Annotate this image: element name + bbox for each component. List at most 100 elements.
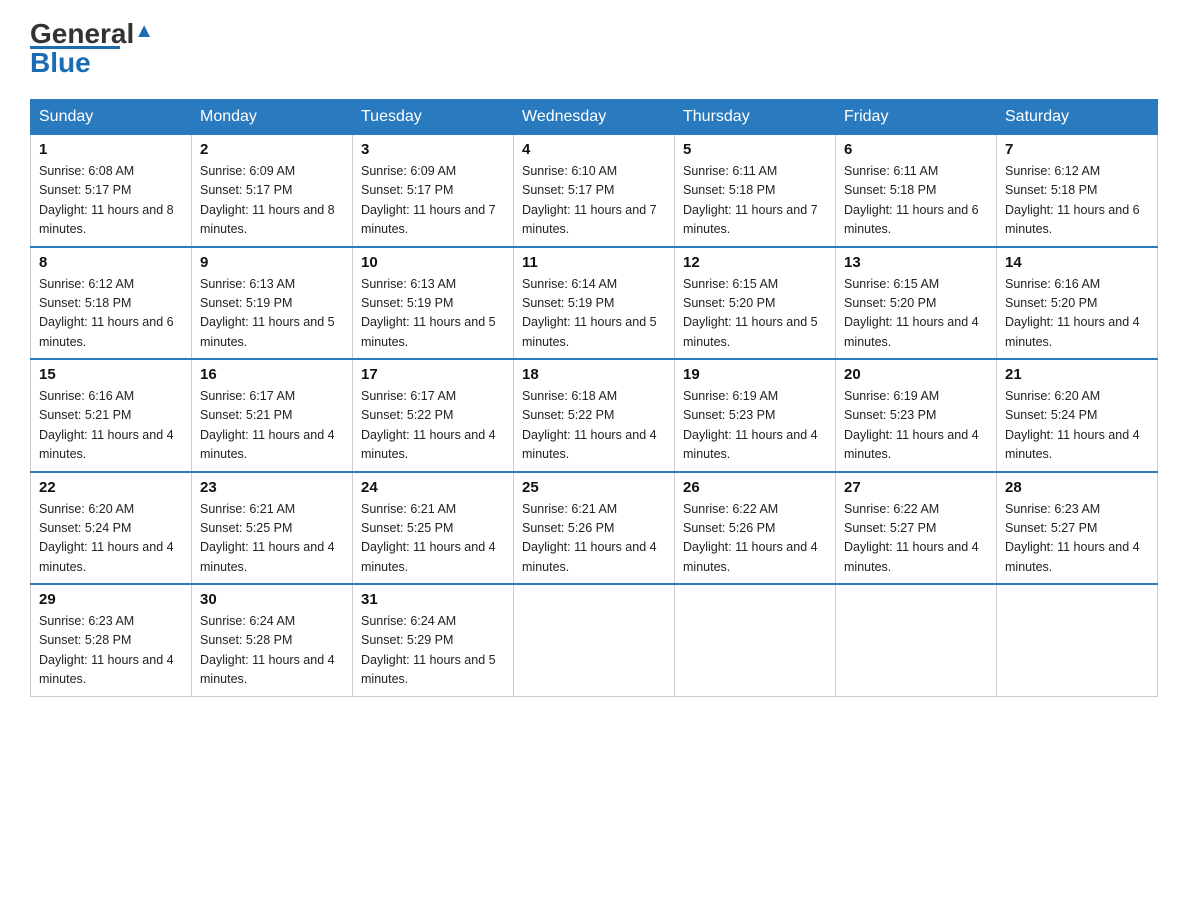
calendar-table: SundayMondayTuesdayWednesdayThursdayFrid… [30, 99, 1158, 697]
day-number: 20 [844, 366, 988, 383]
calendar-cell: 27 Sunrise: 6:22 AMSunset: 5:27 PMDaylig… [836, 472, 997, 585]
day-info: Sunrise: 6:19 AMSunset: 5:23 PMDaylight:… [844, 389, 979, 461]
calendar-cell: 16 Sunrise: 6:17 AMSunset: 5:21 PMDaylig… [192, 359, 353, 472]
logo-blue: Blue [30, 47, 91, 79]
day-info: Sunrise: 6:14 AMSunset: 5:19 PMDaylight:… [522, 277, 657, 349]
day-info: Sunrise: 6:08 AMSunset: 5:17 PMDaylight:… [39, 164, 174, 236]
calendar-week-row: 29 Sunrise: 6:23 AMSunset: 5:28 PMDaylig… [31, 584, 1158, 696]
calendar-cell [836, 584, 997, 696]
calendar-cell: 6 Sunrise: 6:11 AMSunset: 5:18 PMDayligh… [836, 135, 997, 247]
calendar-cell: 2 Sunrise: 6:09 AMSunset: 5:17 PMDayligh… [192, 135, 353, 247]
day-number: 22 [39, 479, 183, 496]
calendar-cell: 4 Sunrise: 6:10 AMSunset: 5:17 PMDayligh… [514, 135, 675, 247]
day-number: 28 [1005, 479, 1149, 496]
day-number: 3 [361, 141, 505, 158]
day-number: 26 [683, 479, 827, 496]
day-number: 13 [844, 254, 988, 271]
day-info: Sunrise: 6:20 AMSunset: 5:24 PMDaylight:… [39, 502, 174, 574]
calendar-cell [675, 584, 836, 696]
day-info: Sunrise: 6:22 AMSunset: 5:26 PMDaylight:… [683, 502, 818, 574]
day-number: 19 [683, 366, 827, 383]
weekday-header-sunday: Sunday [31, 100, 192, 135]
calendar-cell: 28 Sunrise: 6:23 AMSunset: 5:27 PMDaylig… [997, 472, 1158, 585]
calendar-cell: 18 Sunrise: 6:18 AMSunset: 5:22 PMDaylig… [514, 359, 675, 472]
weekday-header-friday: Friday [836, 100, 997, 135]
calendar-week-row: 8 Sunrise: 6:12 AMSunset: 5:18 PMDayligh… [31, 247, 1158, 360]
calendar-header-row: SundayMondayTuesdayWednesdayThursdayFrid… [31, 100, 1158, 135]
day-info: Sunrise: 6:20 AMSunset: 5:24 PMDaylight:… [1005, 389, 1140, 461]
weekday-header-saturday: Saturday [997, 100, 1158, 135]
day-number: 9 [200, 254, 344, 271]
day-number: 6 [844, 141, 988, 158]
calendar-week-row: 15 Sunrise: 6:16 AMSunset: 5:21 PMDaylig… [31, 359, 1158, 472]
calendar-cell: 10 Sunrise: 6:13 AMSunset: 5:19 PMDaylig… [353, 247, 514, 360]
day-info: Sunrise: 6:23 AMSunset: 5:28 PMDaylight:… [39, 614, 174, 686]
calendar-cell: 1 Sunrise: 6:08 AMSunset: 5:17 PMDayligh… [31, 135, 192, 247]
calendar-cell: 5 Sunrise: 6:11 AMSunset: 5:18 PMDayligh… [675, 135, 836, 247]
calendar-cell: 19 Sunrise: 6:19 AMSunset: 5:23 PMDaylig… [675, 359, 836, 472]
day-number: 1 [39, 141, 183, 158]
day-info: Sunrise: 6:23 AMSunset: 5:27 PMDaylight:… [1005, 502, 1140, 574]
calendar-cell: 29 Sunrise: 6:23 AMSunset: 5:28 PMDaylig… [31, 584, 192, 696]
day-info: Sunrise: 6:10 AMSunset: 5:17 PMDaylight:… [522, 164, 657, 236]
day-info: Sunrise: 6:17 AMSunset: 5:22 PMDaylight:… [361, 389, 496, 461]
calendar-cell: 14 Sunrise: 6:16 AMSunset: 5:20 PMDaylig… [997, 247, 1158, 360]
day-info: Sunrise: 6:12 AMSunset: 5:18 PMDaylight:… [1005, 164, 1140, 236]
day-info: Sunrise: 6:21 AMSunset: 5:26 PMDaylight:… [522, 502, 657, 574]
day-number: 30 [200, 591, 344, 608]
day-number: 15 [39, 366, 183, 383]
day-info: Sunrise: 6:19 AMSunset: 5:23 PMDaylight:… [683, 389, 818, 461]
day-info: Sunrise: 6:15 AMSunset: 5:20 PMDaylight:… [844, 277, 979, 349]
weekday-header-thursday: Thursday [675, 100, 836, 135]
calendar-cell: 7 Sunrise: 6:12 AMSunset: 5:18 PMDayligh… [997, 135, 1158, 247]
calendar-cell: 3 Sunrise: 6:09 AMSunset: 5:17 PMDayligh… [353, 135, 514, 247]
day-info: Sunrise: 6:17 AMSunset: 5:21 PMDaylight:… [200, 389, 335, 461]
day-info: Sunrise: 6:24 AMSunset: 5:28 PMDaylight:… [200, 614, 335, 686]
day-info: Sunrise: 6:16 AMSunset: 5:21 PMDaylight:… [39, 389, 174, 461]
day-info: Sunrise: 6:16 AMSunset: 5:20 PMDaylight:… [1005, 277, 1140, 349]
calendar-cell: 12 Sunrise: 6:15 AMSunset: 5:20 PMDaylig… [675, 247, 836, 360]
day-info: Sunrise: 6:13 AMSunset: 5:19 PMDaylight:… [200, 277, 335, 349]
calendar-cell: 15 Sunrise: 6:16 AMSunset: 5:21 PMDaylig… [31, 359, 192, 472]
calendar-cell: 21 Sunrise: 6:20 AMSunset: 5:24 PMDaylig… [997, 359, 1158, 472]
day-number: 16 [200, 366, 344, 383]
day-info: Sunrise: 6:12 AMSunset: 5:18 PMDaylight:… [39, 277, 174, 349]
day-number: 23 [200, 479, 344, 496]
calendar-cell: 22 Sunrise: 6:20 AMSunset: 5:24 PMDaylig… [31, 472, 192, 585]
calendar-cell: 17 Sunrise: 6:17 AMSunset: 5:22 PMDaylig… [353, 359, 514, 472]
day-number: 17 [361, 366, 505, 383]
calendar-week-row: 1 Sunrise: 6:08 AMSunset: 5:17 PMDayligh… [31, 135, 1158, 247]
day-info: Sunrise: 6:09 AMSunset: 5:17 PMDaylight:… [361, 164, 496, 236]
page-header: General▲ Blue [30, 20, 1158, 79]
calendar-cell: 13 Sunrise: 6:15 AMSunset: 5:20 PMDaylig… [836, 247, 997, 360]
day-number: 5 [683, 141, 827, 158]
calendar-week-row: 22 Sunrise: 6:20 AMSunset: 5:24 PMDaylig… [31, 472, 1158, 585]
day-number: 8 [39, 254, 183, 271]
day-number: 29 [39, 591, 183, 608]
day-info: Sunrise: 6:13 AMSunset: 5:19 PMDaylight:… [361, 277, 496, 349]
calendar-cell: 20 Sunrise: 6:19 AMSunset: 5:23 PMDaylig… [836, 359, 997, 472]
calendar-cell: 25 Sunrise: 6:21 AMSunset: 5:26 PMDaylig… [514, 472, 675, 585]
weekday-header-monday: Monday [192, 100, 353, 135]
calendar-cell [997, 584, 1158, 696]
day-number: 18 [522, 366, 666, 383]
day-info: Sunrise: 6:11 AMSunset: 5:18 PMDaylight:… [683, 164, 818, 236]
calendar-cell: 26 Sunrise: 6:22 AMSunset: 5:26 PMDaylig… [675, 472, 836, 585]
day-number: 2 [200, 141, 344, 158]
calendar-cell: 30 Sunrise: 6:24 AMSunset: 5:28 PMDaylig… [192, 584, 353, 696]
calendar-cell: 23 Sunrise: 6:21 AMSunset: 5:25 PMDaylig… [192, 472, 353, 585]
day-info: Sunrise: 6:22 AMSunset: 5:27 PMDaylight:… [844, 502, 979, 574]
day-number: 4 [522, 141, 666, 158]
day-number: 14 [1005, 254, 1149, 271]
calendar-cell: 11 Sunrise: 6:14 AMSunset: 5:19 PMDaylig… [514, 247, 675, 360]
day-number: 12 [683, 254, 827, 271]
day-info: Sunrise: 6:18 AMSunset: 5:22 PMDaylight:… [522, 389, 657, 461]
day-info: Sunrise: 6:21 AMSunset: 5:25 PMDaylight:… [361, 502, 496, 574]
calendar-cell [514, 584, 675, 696]
calendar-cell: 24 Sunrise: 6:21 AMSunset: 5:25 PMDaylig… [353, 472, 514, 585]
day-number: 25 [522, 479, 666, 496]
day-number: 24 [361, 479, 505, 496]
weekday-header-tuesday: Tuesday [353, 100, 514, 135]
day-info: Sunrise: 6:21 AMSunset: 5:25 PMDaylight:… [200, 502, 335, 574]
day-info: Sunrise: 6:09 AMSunset: 5:17 PMDaylight:… [200, 164, 335, 236]
